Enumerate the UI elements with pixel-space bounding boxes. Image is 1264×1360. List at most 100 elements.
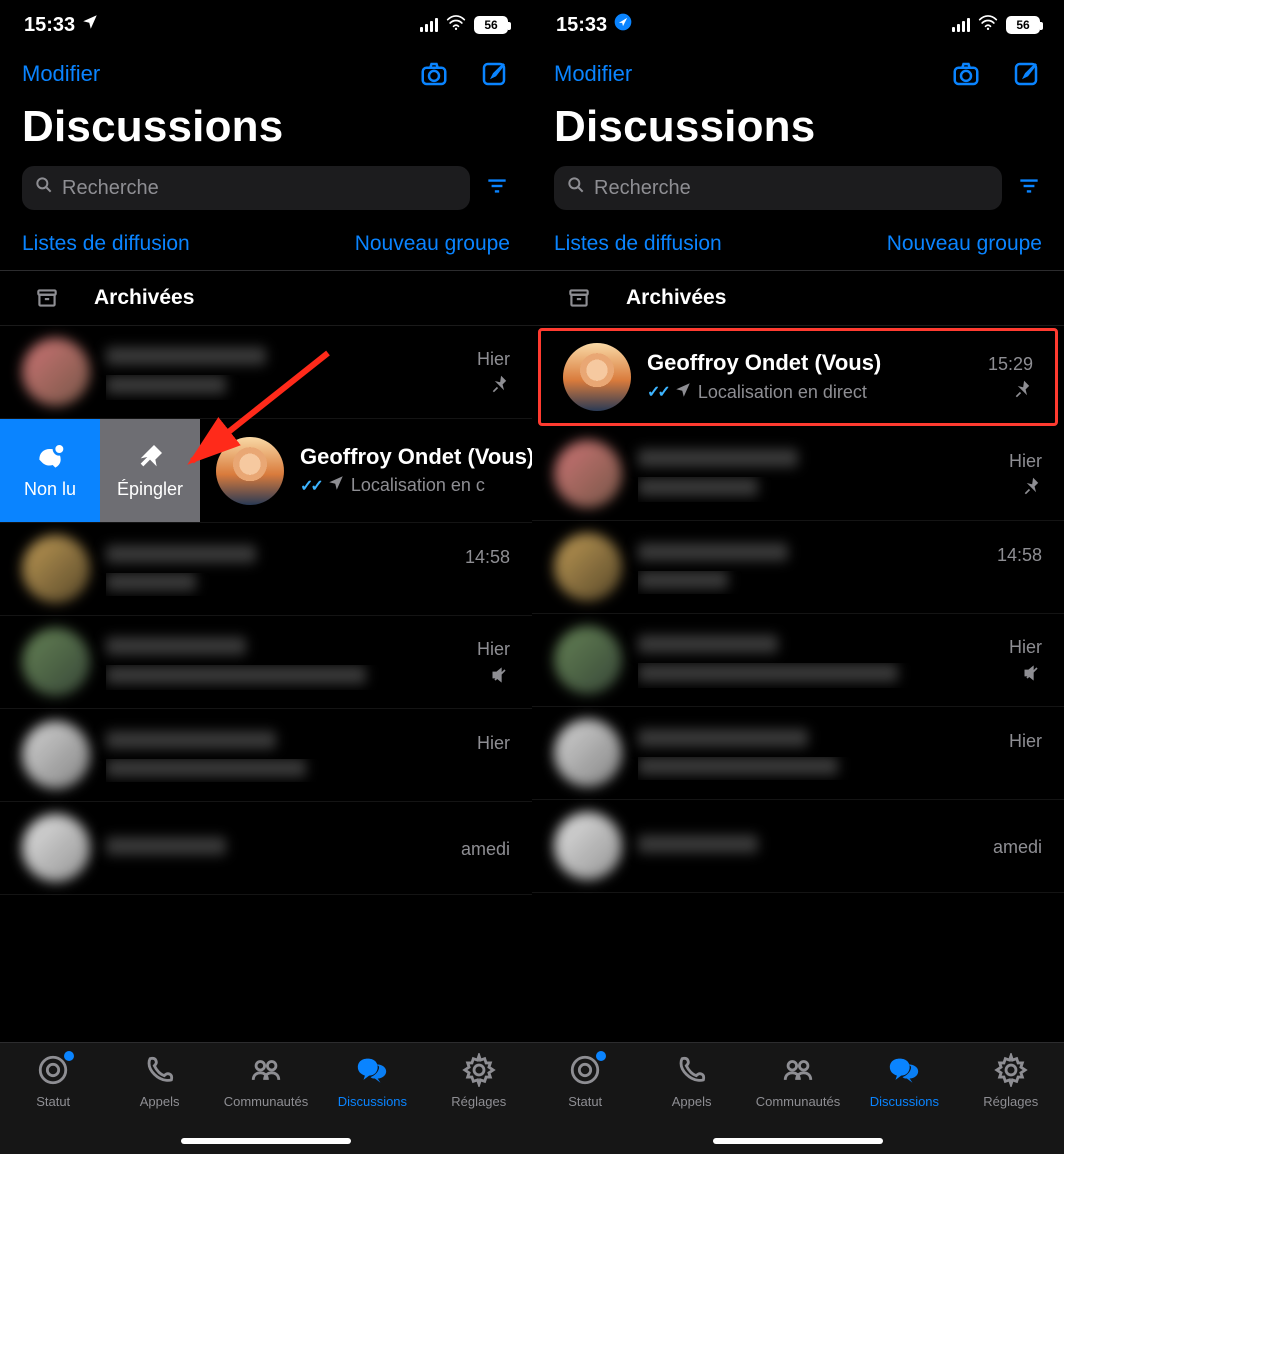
pin-icon [1022, 477, 1042, 502]
archived-row[interactable]: Archivées [532, 271, 1064, 326]
battery-indicator: 56 [474, 16, 508, 34]
chat-row-swiped[interactable]: Non lu Épingler Geoffroy Ondet (Vous) ✓✓… [0, 419, 532, 523]
chat-time: Hier [477, 639, 510, 660]
chat-name: Geoffroy Ondet (Vous) [647, 350, 881, 376]
tab-label: Communautés [224, 1094, 309, 1109]
chat-time: Hier [1009, 451, 1042, 472]
chat-preview-blurred [638, 478, 758, 501]
broadcast-lists-link[interactable]: Listes de diffusion [554, 232, 722, 256]
chat-name-blurred [106, 835, 226, 861]
gear-icon [994, 1053, 1028, 1090]
avatar [22, 628, 90, 696]
archived-row[interactable]: Archivées [0, 271, 532, 326]
avatar [22, 721, 90, 789]
phone-icon [143, 1053, 177, 1090]
chat-name-blurred [638, 447, 798, 473]
search-icon [566, 175, 586, 201]
chat-preview-blurred [106, 666, 366, 689]
chat-name-blurred [638, 833, 758, 859]
compose-button[interactable] [478, 58, 510, 90]
chat-time: 14:58 [465, 547, 510, 568]
avatar [22, 814, 90, 882]
chat-row[interactable]: amedi [0, 802, 532, 895]
filter-button[interactable] [1016, 173, 1042, 204]
chat-row[interactable]: Hier [0, 616, 532, 709]
cellular-signal-icon [952, 18, 970, 32]
search-input[interactable]: Recherche [22, 166, 470, 210]
chat-name-blurred [106, 345, 266, 371]
chat-row[interactable]: 14:58 [532, 521, 1064, 614]
chat-list[interactable]: Archivées Hier Non lu [0, 270, 532, 1042]
camera-button[interactable] [418, 58, 450, 90]
camera-button[interactable] [950, 58, 982, 90]
tab-discussions[interactable]: Discussions [319, 1053, 425, 1109]
chat-row[interactable]: Hier [532, 428, 1064, 521]
search-icon [34, 175, 54, 201]
location-icon [327, 474, 345, 497]
cellular-signal-icon [420, 18, 438, 32]
tab-communities[interactable]: Communautés [745, 1053, 851, 1109]
swipe-unread-button[interactable]: Non lu [0, 419, 100, 522]
tab-calls[interactable]: Appels [106, 1053, 212, 1109]
status-ring-icon [36, 1053, 70, 1090]
new-group-link[interactable]: Nouveau groupe [887, 232, 1042, 256]
chat-name-blurred [638, 541, 788, 567]
compose-button[interactable] [1010, 58, 1042, 90]
chat-time: amedi [993, 837, 1042, 858]
avatar [554, 626, 622, 694]
archived-label: Archivées [626, 286, 726, 310]
highlighted-chat-row: Geoffroy Ondet (Vous) 15:29 ✓✓ Localisat… [538, 328, 1058, 426]
status-time: 15:33 [556, 14, 607, 37]
home-indicator [713, 1138, 883, 1144]
read-ticks-icon: ✓✓ [300, 476, 321, 496]
chat-bubbles-icon [355, 1053, 389, 1090]
filter-button[interactable] [484, 173, 510, 204]
search-placeholder: Recherche [62, 177, 159, 200]
chat-preview-blurred [106, 759, 306, 782]
tab-label: Réglages [983, 1094, 1038, 1109]
chat-list[interactable]: Archivées Geoffroy Ondet (Vous) 15:29 ✓✓… [532, 270, 1064, 1042]
chat-time: Hier [477, 349, 510, 370]
chat-row[interactable]: Hier [532, 707, 1064, 800]
tab-status[interactable]: Statut [532, 1053, 638, 1109]
tab-status[interactable]: Statut [0, 1053, 106, 1109]
broadcast-lists-link[interactable]: Listes de diffusion [22, 232, 190, 256]
chat-row[interactable]: Hier [532, 614, 1064, 707]
mute-icon [490, 665, 510, 690]
edit-button[interactable]: Modifier [554, 61, 632, 87]
swipe-unread-label: Non lu [24, 479, 76, 500]
chat-time: amedi [461, 839, 510, 860]
tab-label: Réglages [451, 1094, 506, 1109]
phone-icon [675, 1053, 709, 1090]
tab-calls[interactable]: Appels [638, 1053, 744, 1109]
avatar [216, 437, 284, 505]
tab-communities[interactable]: Communautés [213, 1053, 319, 1109]
search-input[interactable]: Recherche [554, 166, 1002, 210]
status-time: 15:33 [24, 14, 75, 37]
battery-percent: 56 [1016, 18, 1029, 32]
tab-settings[interactable]: Réglages [426, 1053, 532, 1109]
tab-label: Discussions [338, 1094, 407, 1109]
avatar [563, 343, 631, 411]
chat-row[interactable]: amedi [532, 800, 1064, 893]
edit-button[interactable]: Modifier [22, 61, 100, 87]
chat-row[interactable]: Hier [0, 326, 532, 419]
mute-icon [1022, 663, 1042, 688]
tab-label: Communautés [756, 1094, 841, 1109]
chat-name: Geoffroy Ondet (Vous) [300, 444, 532, 470]
chat-row[interactable]: Hier [0, 709, 532, 802]
tab-settings[interactable]: Réglages [958, 1053, 1064, 1109]
chat-time: Hier [1009, 731, 1042, 752]
chat-preview: Localisation en direct [698, 382, 867, 403]
avatar [554, 719, 622, 787]
chat-name-blurred [106, 635, 246, 661]
chat-row[interactable]: 14:58 [0, 523, 532, 616]
tab-label: Statut [36, 1094, 70, 1109]
new-group-link[interactable]: Nouveau groupe [355, 232, 510, 256]
swipe-pin-button[interactable]: Épingler [100, 419, 200, 522]
tab-discussions[interactable]: Discussions [851, 1053, 957, 1109]
page-title: Discussions [0, 96, 532, 166]
wifi-icon [446, 13, 466, 38]
location-arrow-icon [81, 13, 99, 37]
chat-row[interactable]: Geoffroy Ondet (Vous) 15:29 ✓✓ Localisat… [541, 331, 1055, 423]
